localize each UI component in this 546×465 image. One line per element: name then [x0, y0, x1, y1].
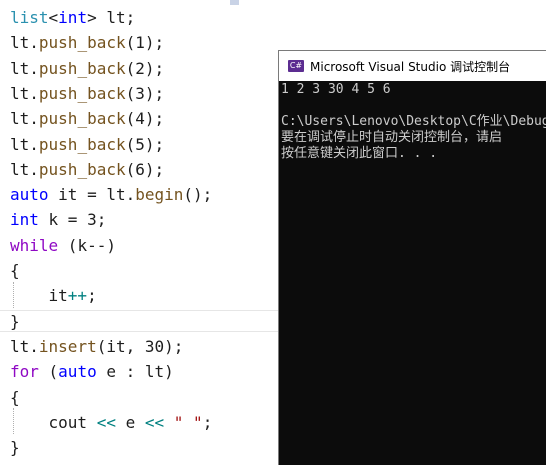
code-line: }: [10, 435, 20, 460]
code-line: lt.insert(it, 30);: [10, 334, 183, 359]
code-token: e : lt): [96, 362, 174, 382]
code-token: lt.: [10, 336, 39, 356]
code-token: {: [10, 387, 20, 407]
debug-console-window[interactable]: C# Microsoft Visual Studio 调试控制台 1 2 3 3…: [278, 50, 546, 465]
code-token: (1);: [125, 33, 165, 53]
code-token: push_back: [38, 83, 126, 103]
code-token: {: [10, 261, 20, 280]
code-token: e: [115, 412, 145, 432]
code-token: auto: [58, 362, 97, 382]
code-line: lt.push_back(2);: [10, 56, 164, 81]
code-token: }: [10, 438, 20, 458]
code-token: insert: [38, 336, 97, 356]
console-line: C:\Users\Lenovo\Desktop\C作业\Debug: [281, 114, 546, 129]
code-token: push_back: [38, 58, 126, 78]
code-token: lt.: [10, 58, 39, 78]
code-line: int k = 3;: [10, 207, 106, 232]
code-token: ();: [183, 185, 213, 205]
code-token: lt.: [10, 134, 39, 154]
console-line: 按任意键关闭此窗口. . .: [281, 146, 438, 161]
code-line: lt.push_back(3);: [10, 81, 164, 106]
code-token: int: [10, 210, 39, 230]
code-line: lt.push_back(1);: [10, 30, 164, 55]
console-titlebar[interactable]: C# Microsoft Visual Studio 调试控制台: [279, 51, 546, 81]
code-line: auto it = lt.begin();: [10, 182, 212, 207]
code-token: auto: [10, 185, 49, 205]
code-token: lt.: [10, 159, 39, 179]
code-line: for (auto e : lt): [10, 359, 174, 384]
console-title: Microsoft Visual Studio 调试控制台: [310, 59, 511, 74]
code-token: for: [10, 362, 39, 382]
code-token: <: [48, 8, 59, 27]
code-token: lt.: [10, 33, 39, 53]
code-token: push_back: [38, 33, 126, 53]
code-token: (3);: [125, 83, 165, 103]
code-token: lt.: [10, 83, 39, 103]
code-line: it++;: [10, 283, 97, 308]
code-token: (2);: [125, 58, 165, 78]
code-token: <<: [96, 412, 116, 432]
code-line: {: [10, 385, 20, 410]
code-line: lt.push_back(5);: [10, 132, 164, 157]
scroll-marker: [230, 0, 239, 5]
code-line: lt.push_back(4);: [10, 106, 164, 131]
code-token: list: [10, 8, 49, 27]
console-output[interactable]: 1 2 3 30 4 5 6 C:\Users\Lenovo\Desktop\C…: [281, 82, 546, 465]
console-line: 要在调试停止时自动关闭控制台，请启: [281, 130, 503, 145]
code-token: cout: [10, 412, 97, 432]
code-token: (6);: [125, 159, 165, 179]
code-token: it = lt.: [48, 185, 136, 205]
code-line: lt.push_back(6);: [10, 157, 164, 182]
code-line: list<int> lt;: [10, 5, 135, 30]
code-token: (4);: [125, 109, 165, 129]
code-line: }: [10, 309, 20, 334]
code-token: ;: [87, 286, 97, 306]
code-token: lt.: [10, 109, 39, 129]
code-token: it: [10, 286, 68, 306]
code-line: {: [10, 258, 20, 283]
code-token: (: [38, 362, 59, 382]
code-token: ;: [202, 412, 213, 432]
code-token: int: [58, 8, 88, 27]
code-token: <<: [144, 412, 165, 432]
code-token: push_back: [38, 134, 126, 154]
code-token: (5);: [125, 134, 165, 154]
console-line: 1 2 3 30 4 5 6: [281, 82, 391, 97]
code-token: while: [10, 235, 59, 255]
code-token: begin: [135, 185, 184, 205]
code-token: k = 3;: [38, 210, 107, 230]
code-token: " ": [173, 412, 203, 432]
code-token: }: [10, 311, 20, 331]
code-token: push_back: [38, 159, 126, 179]
code-token: > lt;: [87, 8, 136, 27]
code-token: (it, 30);: [96, 336, 184, 356]
code-token: (k--): [58, 235, 116, 255]
visual-studio-icon: C#: [288, 60, 304, 72]
code-token: ++: [67, 286, 88, 306]
code-token: push_back: [38, 109, 126, 129]
code-line: while (k--): [10, 233, 116, 258]
code-line: cout << e << " ";: [10, 410, 213, 435]
